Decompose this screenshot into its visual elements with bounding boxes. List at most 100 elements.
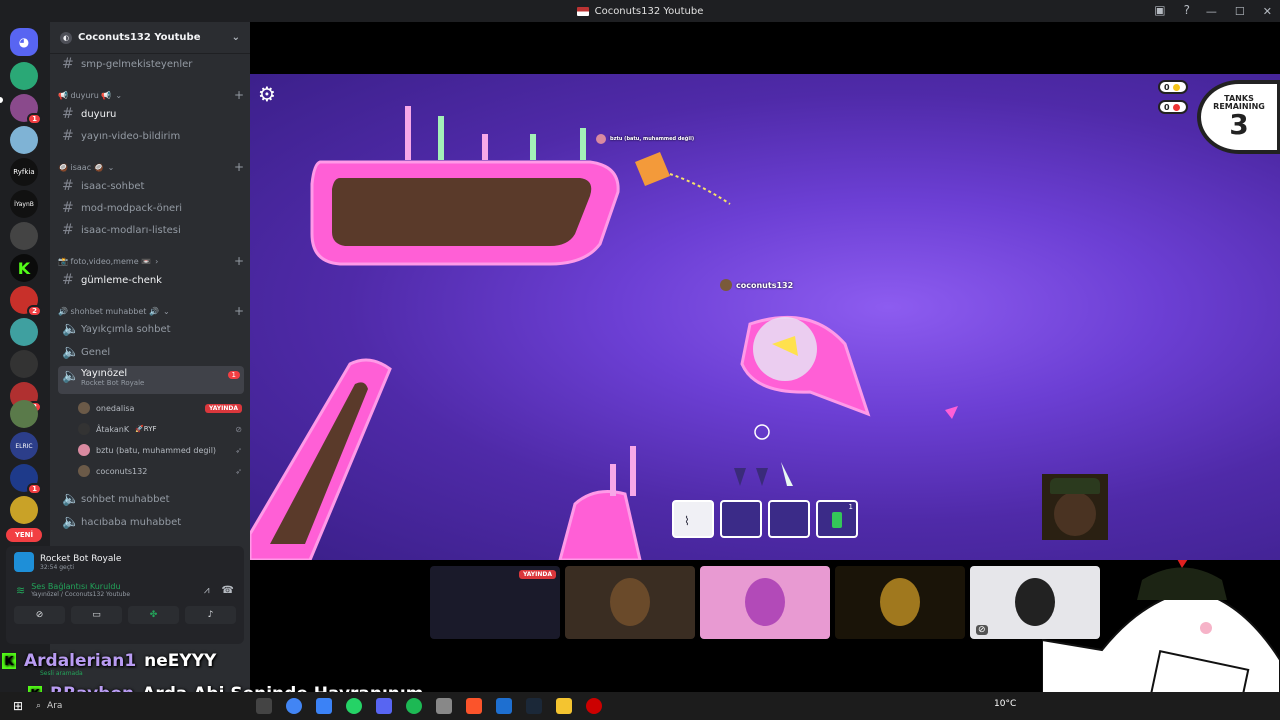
coin-icon	[1172, 83, 1180, 91]
channel-label: smp-gelmekisteyenler	[81, 58, 193, 70]
camera-off-button[interactable]: ⊘	[14, 606, 65, 624]
weapon-slot-4[interactable]: 1	[816, 500, 858, 538]
server-icon[interactable]	[10, 350, 38, 378]
voice-channel-sohbet-muhabbet[interactable]: 🔈 sohbet muhabbet	[58, 489, 244, 509]
enemy-tank	[635, 152, 670, 186]
voice-user[interactable]: bztu (batu, muhammed degil) ➶	[78, 441, 242, 459]
server-icon[interactable]	[10, 222, 38, 250]
voice-user[interactable]: coconuts132 ➶	[78, 462, 242, 480]
participant-tile[interactable]	[835, 566, 965, 639]
server-icon[interactable]: İYaynB	[10, 190, 38, 218]
voice-channel-path[interactable]: Yayınözel / Coconuts132 Youtube	[31, 591, 130, 598]
chat-username: Ardalerian1	[24, 651, 137, 671]
start-icon[interactable]: ⊞	[0, 699, 36, 713]
avatar	[78, 444, 90, 456]
chrome-icon[interactable]	[286, 698, 302, 714]
voice-channel-yayikcimla[interactable]: 🔈 Yayıkçımla sohbet	[58, 319, 244, 339]
guild-name: Coconuts132 Youtube	[78, 32, 201, 43]
participant-tile[interactable]	[565, 566, 695, 639]
folder-icon[interactable]	[556, 698, 572, 714]
voice-channel-hacibaba[interactable]: 🔈 hacıbaba muhabbet	[58, 512, 244, 532]
server-icon[interactable]	[10, 318, 38, 346]
voice-channel-yayinozel[interactable]: 🔈 Yayınözel Rocket Bot Royale 1	[58, 366, 244, 394]
screen-share-button[interactable]: ▭	[71, 606, 122, 624]
channel-isaac-sohbet[interactable]: # isaac-sohbet	[58, 176, 244, 196]
activities-button[interactable]: ✤	[128, 606, 179, 624]
voice-user[interactable]: onedalisa YAYINDA	[78, 399, 242, 417]
chevron-down-icon: ⌄	[162, 306, 170, 316]
noise-suppression-icon[interactable]: ⩘	[204, 585, 210, 596]
whatsapp-icon[interactable]	[346, 698, 362, 714]
server-icon[interactable]: 2	[10, 286, 42, 317]
rocket-icon	[756, 468, 768, 486]
kill-icon	[1172, 103, 1180, 111]
weapon-slot-3[interactable]	[768, 500, 810, 538]
guild-header[interactable]: ◐ Coconuts132 Youtube ⌄	[50, 22, 250, 54]
add-channel-icon[interactable]: +	[234, 304, 244, 318]
channel-gumleme[interactable]: # gümleme-chenk	[58, 270, 244, 290]
weapon-slot-1[interactable]: ⌇	[672, 500, 714, 538]
channel-mod-modpack[interactable]: # mod-modpack-öneri	[58, 198, 244, 218]
server-icon[interactable]	[10, 400, 38, 428]
weather-widget[interactable]: 10°C	[994, 699, 1016, 709]
crosshair-icon	[754, 424, 770, 440]
server-icon[interactable]: ELRIC	[10, 432, 38, 460]
webcam-hat	[1050, 478, 1100, 494]
channel-label: Genel	[81, 346, 111, 358]
spotify-icon[interactable]	[406, 698, 422, 714]
channel-smp[interactable]: # smp-gelmekisteyenler	[58, 54, 244, 74]
voice-user-name: coconuts132	[96, 466, 148, 476]
app-icon[interactable]	[316, 698, 332, 714]
discord-icon[interactable]	[376, 698, 392, 714]
add-channel-icon[interactable]: +	[234, 160, 244, 174]
voice-status[interactable]: Ses Bağlantısı Kuruldu	[31, 582, 130, 591]
app-icon[interactable]	[436, 698, 452, 714]
channel-duyuru[interactable]: # duyuru	[58, 104, 244, 124]
help-icon[interactable]: ?	[1184, 3, 1190, 17]
disconnect-icon[interactable]: ☎	[222, 585, 234, 596]
stream-tile[interactable]: YAYINDA	[430, 566, 560, 639]
server-icon[interactable]: Ryfkia	[10, 158, 38, 186]
channel-name-wrap: Yayınözel Rocket Bot Royale	[81, 368, 144, 387]
activity-row[interactable]: Rocket Bot Royale 32:54 geçti	[6, 546, 244, 578]
server-icon[interactable]	[10, 496, 38, 524]
avatar	[78, 423, 90, 435]
add-channel-icon[interactable]: +	[234, 88, 244, 102]
soundboard-button[interactable]: ♪	[185, 606, 236, 624]
inbox-icon[interactable]: ▣	[1154, 3, 1165, 17]
category-foto[interactable]: 📸 foto,video,meme 📼 › +	[58, 254, 244, 268]
add-channel-icon[interactable]: +	[234, 254, 244, 268]
server-icon[interactable]	[10, 62, 38, 90]
kick-server-icon[interactable]: K	[10, 254, 38, 282]
channel-isaac-modlari[interactable]: # isaac-modları-listesi	[58, 220, 244, 240]
maximize-icon[interactable]: ☐	[1235, 5, 1245, 18]
voice-user[interactable]: ÂtakanK 🚀RYF ⊘	[78, 420, 242, 438]
category-duyuru[interactable]: 📢 duyuru 📢 ⌄ +	[58, 88, 244, 102]
new-servers-badge[interactable]: YENİ	[6, 528, 42, 542]
task-view-icon[interactable]	[256, 698, 272, 714]
titlebar-tools: ▣ ?	[1154, 3, 1190, 17]
server-icon[interactable]: 1	[10, 464, 42, 495]
speaker-icon: 🔈	[62, 514, 80, 530]
app-icon[interactable]	[496, 698, 512, 714]
window-title: Coconuts132 Youtube	[576, 6, 703, 17]
minimize-icon[interactable]: —	[1206, 5, 1217, 18]
settings-gear-icon[interactable]: ⚙	[258, 82, 276, 106]
game-canvas[interactable]: ⚙ bztu (batu, muhammed değil) coconuts13…	[250, 74, 1280, 560]
category-sohbet[interactable]: 🔊 shohbet muhabbet 🔊 ⌄ +	[58, 304, 244, 318]
channel-yayin-video[interactable]: # yayın-video-bildirim	[58, 126, 244, 146]
steam-icon[interactable]	[526, 698, 542, 714]
channel-label: mod-modpack-öneri	[81, 202, 183, 214]
category-label: 📢 duyuru 📢	[58, 90, 112, 100]
close-icon[interactable]: ✕	[1263, 5, 1272, 18]
taskbar-search[interactable]: ⌕ Ara	[36, 701, 216, 711]
category-isaac[interactable]: 🥥 isaac 🥥 ⌄ +	[58, 160, 244, 174]
server-icon[interactable]: 1	[10, 94, 42, 125]
obs-icon[interactable]	[586, 698, 602, 714]
voice-channel-genel[interactable]: 🔈 Genel	[58, 342, 244, 362]
brave-icon[interactable]	[466, 698, 482, 714]
server-icon[interactable]	[10, 126, 38, 154]
participant-tile[interactable]	[700, 566, 830, 639]
weapon-slot-2[interactable]	[720, 500, 762, 538]
discord-home-icon[interactable]: ◕	[10, 28, 38, 56]
